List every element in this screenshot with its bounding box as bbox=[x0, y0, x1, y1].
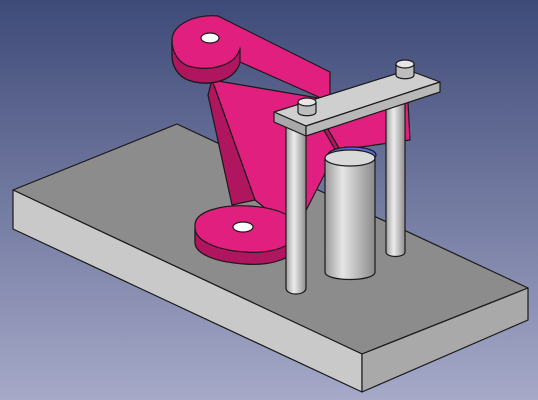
cylinder-top bbox=[324, 149, 376, 167]
rod-right-body bbox=[385, 94, 406, 258]
3d-viewport[interactable] bbox=[0, 0, 538, 400]
bracket-bottom-hole bbox=[232, 221, 254, 233]
rod-left-cap-top bbox=[297, 97, 317, 107]
cylinder-body bbox=[324, 157, 376, 281]
3d-scene[interactable] bbox=[0, 0, 538, 400]
guide-rod-right[interactable] bbox=[385, 94, 406, 258]
center-cylinder[interactable] bbox=[324, 146, 377, 281]
guide-rod-left[interactable] bbox=[285, 117, 307, 295]
bracket-top-hole bbox=[200, 32, 220, 44]
rod-left-body bbox=[285, 117, 307, 295]
rod-right-cap-top bbox=[395, 59, 415, 69]
